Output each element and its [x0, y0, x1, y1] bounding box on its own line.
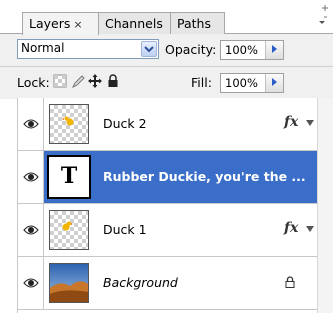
layer-row-text[interactable]: T Rubber Duckie, you're the ... — [18, 151, 318, 204]
visibility-eye-icon[interactable] — [18, 204, 44, 256]
blend-row: Normal Opacity: 100% — [0, 34, 333, 66]
layers-list: Duck 2 fx T Rubber Duckie, you're the ..… — [17, 98, 318, 313]
layer-effects-icon[interactable]: fx — [284, 114, 298, 130]
visibility-eye-icon[interactable] — [18, 257, 44, 309]
chevron-down-icon[interactable] — [141, 41, 157, 57]
layer-row-duck-2[interactable]: Duck 2 fx — [18, 98, 318, 151]
tab-paths[interactable]: Paths — [170, 12, 225, 34]
close-icon[interactable]: × — [73, 18, 82, 31]
lock-icon — [284, 276, 296, 291]
tab-bar: Layers × Channels Paths — [0, 0, 333, 35]
layer-effects-icon[interactable]: fx — [284, 220, 298, 236]
tab-channels[interactable]: Channels — [98, 12, 171, 34]
visibility-eye-icon[interactable] — [18, 98, 44, 150]
blend-mode-select[interactable]: Normal — [17, 39, 159, 59]
lock-position-icon[interactable] — [88, 74, 102, 88]
expand-effects-icon[interactable] — [306, 226, 314, 232]
fill-slider-button[interactable] — [265, 74, 283, 92]
tab-paths-label: Paths — [177, 16, 211, 31]
tab-layers[interactable]: Layers × — [22, 12, 99, 35]
fill-value: 100% — [225, 76, 258, 90]
layer-name: Duck 2 — [103, 116, 147, 131]
blend-mode-value: Normal — [21, 41, 65, 55]
opacity-slider-button[interactable] — [265, 41, 283, 59]
lock-pixels-icon[interactable] — [71, 74, 85, 89]
layer-thumbnail — [49, 210, 89, 250]
background-thumbnail — [49, 263, 89, 303]
layers-panel: Layers× Channels Paths Normal Opacity: — [0, 0, 333, 313]
layer-thumbnail — [49, 104, 89, 144]
panel-menu-icon[interactable] — [311, 2, 329, 26]
opacity-value: 100% — [225, 43, 258, 57]
layer-name: Rubber Duckie, you're the ... — [103, 169, 306, 184]
lock-all-icon[interactable] — [106, 74, 120, 88]
opacity-label: Opacity: — [165, 42, 217, 57]
text-layer-letter: T — [60, 163, 78, 189]
layers-scrollbar[interactable] — [317, 98, 333, 313]
expand-effects-icon[interactable] — [306, 120, 314, 126]
fill-field[interactable]: 100% — [220, 73, 284, 93]
lock-transparency-icon[interactable] — [53, 74, 67, 88]
tab-channels-label: Channels — [105, 16, 163, 31]
layer-name: Duck 1 — [103, 222, 147, 237]
layer-name: Background — [103, 275, 178, 290]
lock-label: Lock: — [17, 75, 50, 90]
tab-layers-label: Layers — [29, 16, 71, 31]
lock-row: Lock: Fill: 100% — [0, 66, 333, 99]
text-layer-thumbnail: T — [47, 155, 91, 199]
fill-label: Fill: — [191, 75, 212, 90]
layer-row-background[interactable]: Background — [18, 257, 318, 310]
visibility-eye-icon[interactable] — [18, 151, 44, 203]
layer-row-duck-1[interactable]: Duck 1 fx — [18, 204, 318, 257]
opacity-field[interactable]: 100% — [220, 40, 284, 60]
